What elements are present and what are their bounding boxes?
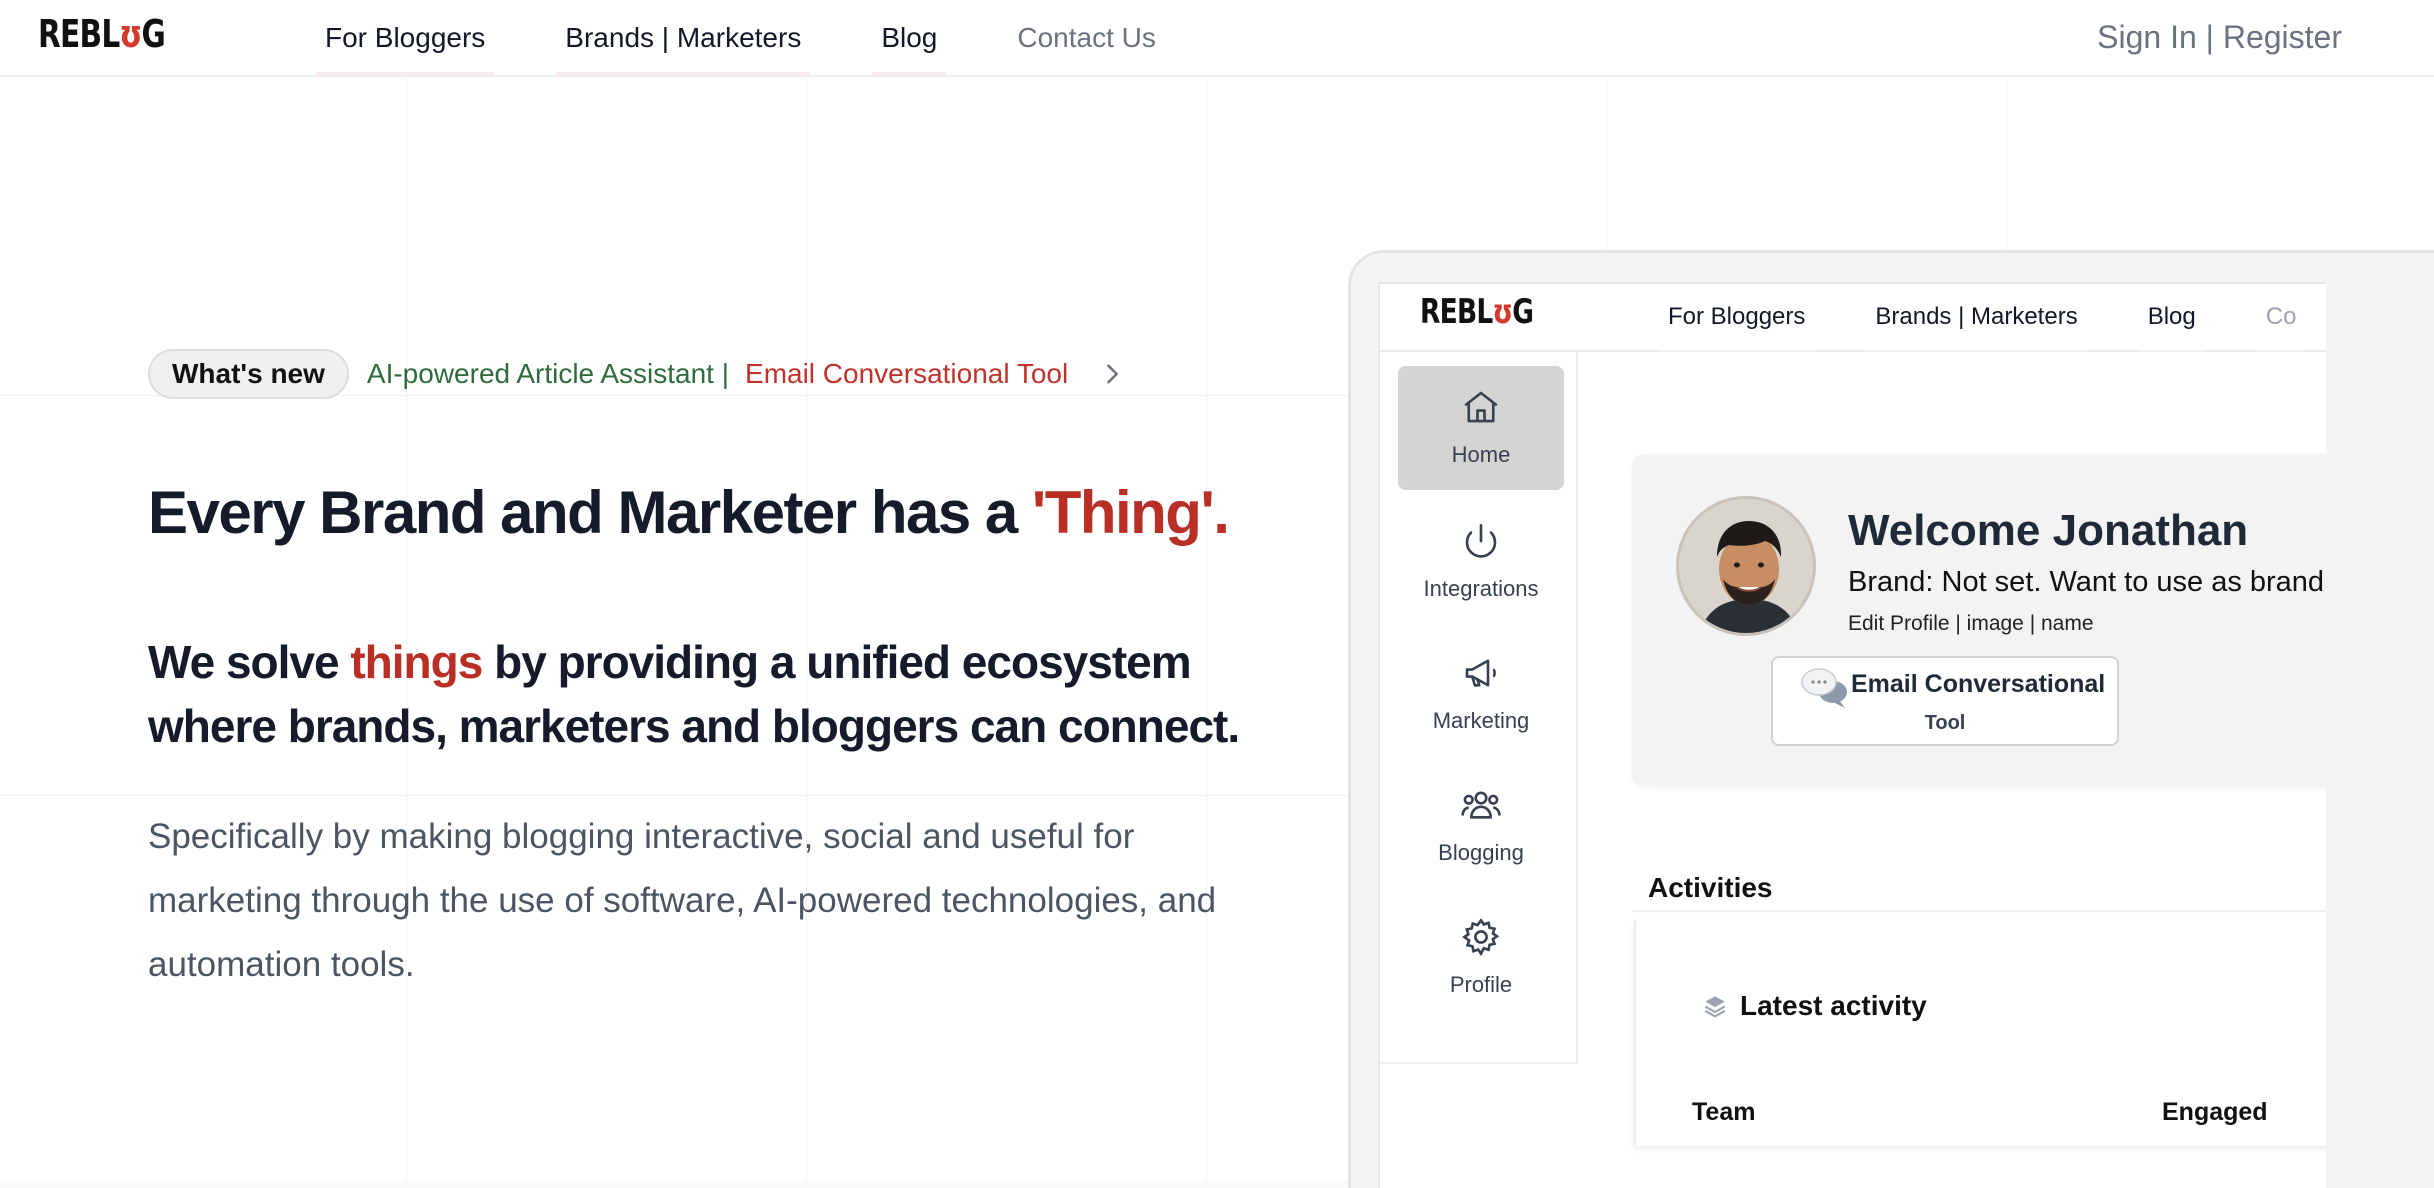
sidebar-item-marketing: Marketing [1398, 632, 1564, 756]
brand-status: Brand: Not set. Want to use as brand c [1848, 566, 2326, 598]
preview-logo: REBLʊG [1420, 292, 1534, 332]
preview-nav-blog: Blog [2139, 284, 2204, 352]
logo[interactable]: REBLʊG [38, 12, 166, 56]
email-conversational-tool-button: Email Conversational Tool [1771, 656, 2119, 746]
sidebar-item-integrations: Integrations [1398, 500, 1564, 624]
page-bottom-edge [0, 1180, 1348, 1188]
whats-new-banner[interactable]: What's new AI-powered Article Assistant … [148, 349, 1126, 399]
column-header-team: Team [1692, 1098, 1756, 1126]
hero-description: Specifically by making blogging interact… [148, 817, 1217, 984]
sidebar-item-blogging: Blogging [1398, 764, 1564, 888]
hero-subheadline: We solve things by providing a unified e… [148, 636, 1240, 752]
column-header-engaged: Engaged [2162, 1098, 2268, 1126]
power-icon [1465, 523, 1497, 558]
divider [1632, 910, 2326, 912]
nav-links: For Bloggers Brands | Marketers Blog Con… [316, 0, 1227, 77]
welcome-card: Welcome Jonathan Brand: Not set. Want to… [1632, 454, 2326, 786]
edit-profile-links: Edit Profile | image | name [1848, 612, 2094, 635]
hero-headline: Every Brand and Marketer has a 'Thing'. [148, 479, 1230, 546]
sidebar-item-home: Home [1398, 366, 1564, 490]
chat-bubbles-icon [1801, 668, 1847, 708]
preview-nav: REBLʊG For Bloggers Brands | Marketers B… [1380, 284, 2326, 352]
avatar [1676, 496, 1816, 636]
welcome-heading: Welcome Jonathan [1848, 506, 2249, 555]
preview-sidebar: Home Integrations Marketing Blogging Pro… [1380, 352, 1578, 1064]
nav-brands-marketers[interactable]: Brands | Marketers [556, 0, 811, 75]
nav-blog[interactable]: Blog [872, 0, 947, 75]
gear-icon [1462, 918, 1500, 957]
top-nav: REBLʊG For Bloggers Brands | Marketers B… [0, 0, 2434, 77]
megaphone-icon [1465, 659, 1496, 687]
users-icon [1461, 791, 1501, 819]
app-preview: REBLʊG For Bloggers Brands | Marketers B… [1378, 282, 2326, 1188]
sign-in-register-link[interactable]: Sign In | Register [2097, 0, 2342, 75]
announce-article-assistant: AI-powered Article Assistant | [366, 358, 730, 389]
layers-icon [1704, 996, 1726, 1018]
home-icon [1464, 391, 1498, 423]
nav-for-bloggers[interactable]: For Bloggers [316, 0, 495, 75]
chevron-right-icon [1107, 364, 1119, 384]
announce-email-tool: Email Conversational Tool [745, 358, 1069, 389]
latest-activity-card: Latest activity Team Engaged [1634, 920, 2326, 1146]
preview-nav-contact: Co [2257, 284, 2305, 352]
latest-activity-title: Latest activity [1702, 990, 1927, 1022]
preview-nav-brands-marketers: Brands | Marketers [1867, 284, 2086, 352]
activities-heading: Activities [1648, 872, 1773, 903]
whats-new-pill: What's new [148, 349, 349, 399]
sidebar-item-profile: Profile [1398, 896, 1564, 1020]
nav-contact-us[interactable]: Contact Us [1008, 0, 1165, 75]
preview-nav-for-bloggers: For Bloggers [1660, 284, 1814, 352]
